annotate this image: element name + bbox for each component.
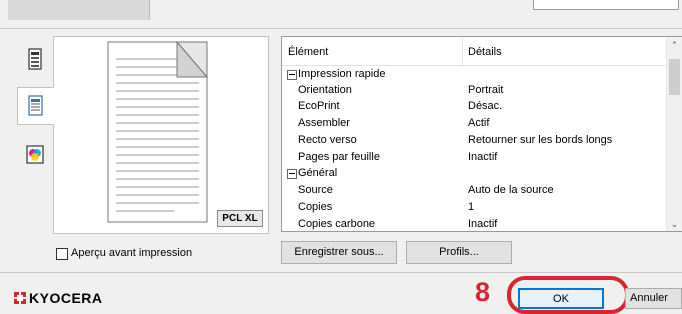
divider bbox=[0, 28, 682, 29]
step-number: 8 bbox=[475, 277, 491, 307]
printer-settings-icon bbox=[28, 48, 42, 70]
column-header-element[interactable]: Élément bbox=[288, 46, 328, 58]
page-thumbnail bbox=[107, 40, 209, 223]
scroll-up-icon[interactable]: ⌃ bbox=[667, 40, 682, 51]
collapse-icon[interactable] bbox=[287, 169, 297, 179]
pdl-badge: PCL XL bbox=[217, 210, 263, 227]
top-tab-area bbox=[8, 0, 150, 20]
table-row[interactable]: Recto verso Retourner sur les bords long… bbox=[282, 133, 668, 148]
table-row[interactable]: Source Auto de la source bbox=[282, 183, 668, 198]
highlight-ring bbox=[507, 276, 629, 314]
settings-table: Élément Détails Impression rapide Orient… bbox=[281, 36, 682, 232]
profiles-button[interactable]: Profils... bbox=[406, 241, 512, 264]
color-print-icon bbox=[26, 145, 44, 164]
table-row[interactable]: Impression rapide bbox=[282, 67, 668, 82]
column-header-details[interactable]: Détails bbox=[468, 46, 502, 58]
top-field[interactable] bbox=[533, 0, 679, 10]
print-preview-checkbox[interactable] bbox=[56, 248, 68, 260]
scroll-thumb[interactable] bbox=[669, 59, 680, 95]
table-row[interactable]: Orientation Portrait bbox=[282, 83, 668, 98]
kyocera-logo-icon bbox=[14, 292, 26, 304]
collapse-icon[interactable] bbox=[287, 70, 297, 80]
divider bbox=[0, 272, 682, 273]
tab-printer-settings[interactable] bbox=[17, 40, 53, 78]
table-row[interactable]: EcoPrint Désac. bbox=[282, 99, 668, 114]
page-preview bbox=[53, 36, 269, 234]
table-row[interactable]: Copies carbone Inactif bbox=[282, 217, 668, 231]
cancel-button[interactable]: Annuler bbox=[625, 288, 682, 309]
table-row[interactable]: Pages par feuille Inactif bbox=[282, 150, 668, 165]
print-preview-label: Aperçu avant impression bbox=[71, 247, 193, 259]
table-row[interactable]: Général bbox=[282, 166, 668, 181]
table-row[interactable]: Copies 1 bbox=[282, 200, 668, 215]
vertical-scrollbar[interactable]: ⌃ ⌄ bbox=[666, 37, 682, 231]
scroll-down-icon[interactable]: ⌄ bbox=[667, 219, 682, 230]
tab-page-layout[interactable] bbox=[17, 87, 54, 125]
tab-color[interactable] bbox=[17, 136, 53, 174]
document-page-icon bbox=[28, 95, 43, 116]
table-header: Élément Détails bbox=[282, 37, 668, 66]
save-as-button[interactable]: Enregistrer sous... bbox=[281, 241, 397, 264]
table-row[interactable]: Assembler Actif bbox=[282, 116, 668, 131]
